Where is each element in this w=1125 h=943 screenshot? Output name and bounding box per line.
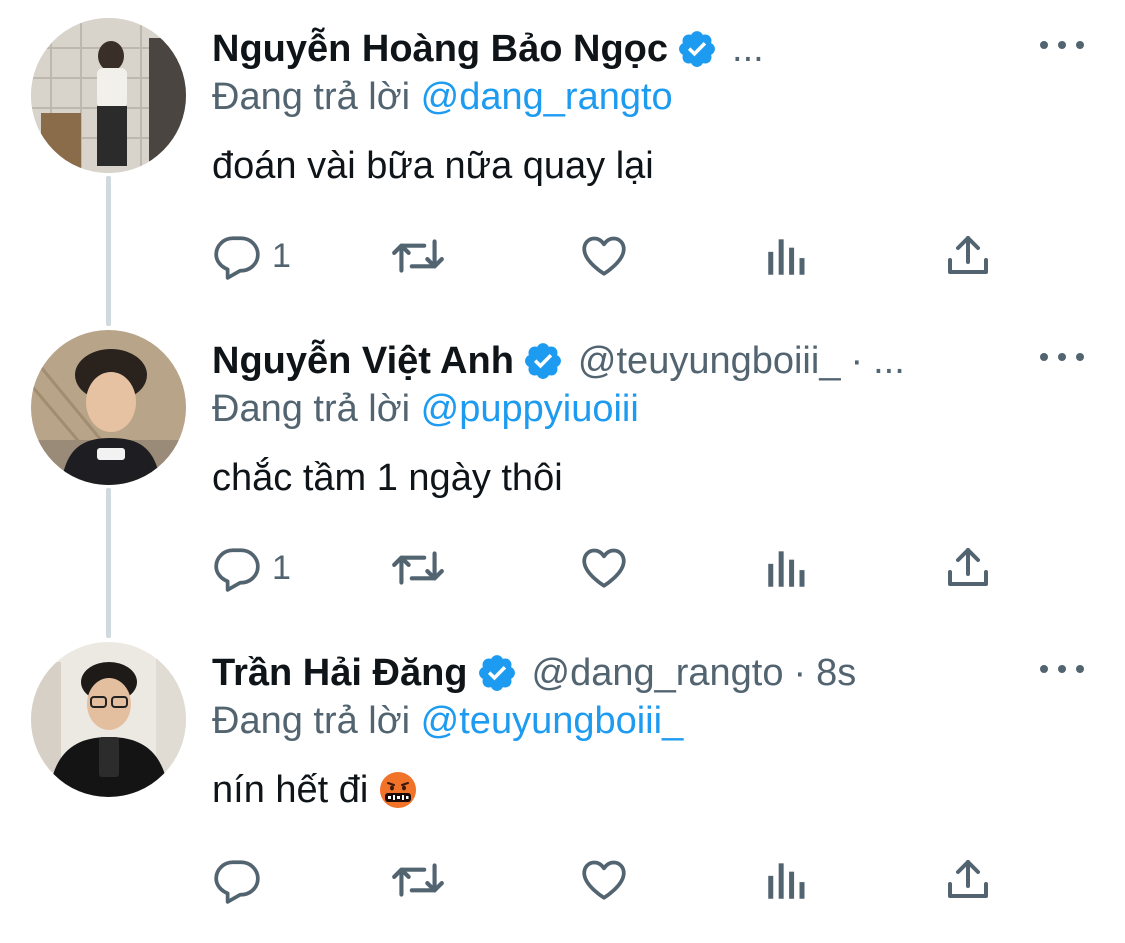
more-options-icon[interactable] xyxy=(1040,30,1084,60)
like-button[interactable] xyxy=(579,852,629,908)
replying-to: Đang trả lời @dang_rangto xyxy=(212,74,673,120)
reply-icon xyxy=(214,548,260,592)
reply-button[interactable]: 1 xyxy=(212,228,291,284)
mention-link[interactable]: @teuyungboiii_ xyxy=(421,700,684,742)
username-handle[interactable]: @teuyungboiii_ xyxy=(578,338,841,384)
share-icon xyxy=(948,548,988,586)
heart-icon xyxy=(582,548,626,588)
views-chart-icon xyxy=(768,239,805,275)
header-ellipsis: ... xyxy=(732,28,764,70)
tweet[interactable]: Nguyễn Việt Anh @teuyungboiii_ · ... Đan… xyxy=(0,312,1125,624)
share-icon xyxy=(948,860,988,898)
replying-prefix: Đang trả lời xyxy=(212,388,411,430)
retweet-button[interactable] xyxy=(389,852,447,908)
username-handle[interactable]: @dang_rangto xyxy=(532,650,784,696)
avatar[interactable] xyxy=(31,18,186,173)
more-options-icon[interactable] xyxy=(1040,654,1084,684)
tweet-header: Nguyễn Việt Anh @teuyungboiii_ · ... xyxy=(212,338,905,384)
mention-link[interactable]: @puppyiuoiii xyxy=(421,388,639,430)
mention-link[interactable]: @dang_rangto xyxy=(421,76,673,118)
avatar[interactable] xyxy=(31,330,186,485)
action-bar: 1 xyxy=(212,228,1002,284)
tweet-header: Trần Hải Đăng @dang_rangto · 8s xyxy=(212,650,856,696)
separator-dot: · xyxy=(850,340,864,382)
verified-badge-icon xyxy=(524,343,561,379)
tweet[interactable]: Nguyễn Hoàng Bảo Ngọc ... Đang trả lời @… xyxy=(0,0,1125,312)
tweet-text: nín hết đi xyxy=(212,769,369,811)
verified-badge-icon xyxy=(679,31,715,67)
reply-button[interactable]: 1 xyxy=(212,540,291,596)
views-chart-icon xyxy=(768,863,805,899)
header-ellipsis: ... xyxy=(873,340,905,382)
views-button[interactable] xyxy=(765,540,809,596)
tweet[interactable]: Trần Hải Đăng @dang_rangto · 8s Đang trả… xyxy=(0,624,1125,936)
verified-badge-icon xyxy=(478,655,515,691)
share-icon xyxy=(948,236,988,274)
action-bar xyxy=(212,852,1002,908)
retweet-icon xyxy=(392,239,444,273)
reply-button[interactable] xyxy=(212,852,272,908)
tweet-text: chắc tầm 1 ngày thôi xyxy=(212,457,563,499)
replying-prefix: Đang trả lời xyxy=(212,700,411,742)
action-bar: 1 xyxy=(212,540,1002,596)
more-options-icon[interactable] xyxy=(1040,342,1084,372)
face-with-symbols-on-mouth-emoji xyxy=(380,772,417,808)
separator-dot: · xyxy=(793,652,807,694)
retweet-icon xyxy=(392,863,444,897)
tweet-text-container: nín hết đi xyxy=(212,766,418,814)
display-name[interactable]: Nguyễn Hoàng Bảo Ngọc xyxy=(212,26,668,72)
heart-icon xyxy=(582,236,626,276)
retweet-button[interactable] xyxy=(389,540,447,596)
reply-count: 1 xyxy=(272,549,291,587)
retweet-icon xyxy=(392,551,444,585)
share-button[interactable] xyxy=(944,540,992,596)
share-button[interactable] xyxy=(944,852,992,908)
avatar[interactable] xyxy=(31,642,186,797)
like-button[interactable] xyxy=(579,540,629,596)
reply-count: 1 xyxy=(272,237,291,275)
timestamp[interactable]: 8s xyxy=(816,650,856,696)
tweet-text: đoán vài bữa nữa quay lại xyxy=(212,145,654,187)
reply-icon xyxy=(214,860,260,904)
like-button[interactable] xyxy=(579,228,629,284)
views-chart-icon xyxy=(768,551,805,587)
replying-prefix: Đang trả lời xyxy=(212,76,411,118)
replying-to: Đang trả lời @teuyungboiii_ xyxy=(212,698,683,744)
retweet-button[interactable] xyxy=(389,228,447,284)
reply-icon xyxy=(214,236,260,280)
share-button[interactable] xyxy=(944,228,992,284)
tweet-header: Nguyễn Hoàng Bảo Ngọc ... xyxy=(212,26,764,72)
display-name[interactable]: Nguyễn Việt Anh xyxy=(212,338,514,384)
replying-to: Đang trả lời @puppyiuoiii xyxy=(212,386,639,432)
views-button[interactable] xyxy=(765,228,809,284)
views-button[interactable] xyxy=(765,852,809,908)
display-name[interactable]: Trần Hải Đăng xyxy=(212,650,468,696)
heart-icon xyxy=(582,860,626,900)
